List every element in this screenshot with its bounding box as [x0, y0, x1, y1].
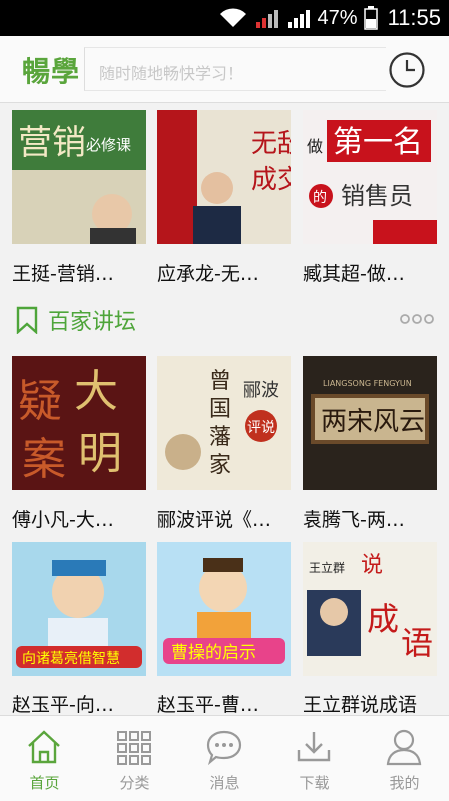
more-dots-icon[interactable] — [400, 312, 434, 326]
app-logo: 暢學 — [22, 55, 81, 88]
course-title[interactable]: 赵玉平-曹… — [157, 690, 297, 715]
svg-text:做: 做 — [307, 137, 323, 156]
user-icon — [386, 729, 422, 766]
course-cover[interactable]: 曾 国 藩 家 郦波 评说 — [157, 356, 291, 490]
history-clock-icon[interactable] — [388, 51, 426, 89]
section-header[interactable]: 百家讲坛 — [14, 300, 434, 340]
svg-text:销售员: 销售员 — [341, 182, 413, 210]
signal-icon — [255, 10, 278, 28]
svg-text:大: 大 — [74, 366, 118, 417]
course-title[interactable]: 傅小凡-大… — [12, 505, 152, 532]
course-title[interactable]: 袁腾飞-两… — [303, 505, 443, 532]
grid-icon — [117, 731, 151, 765]
app-header: 暢學 随时随地畅快学习！ — [0, 36, 449, 103]
course-cover[interactable]: 王立群 说 成 语 — [303, 542, 437, 676]
tab-label: 分类 — [119, 774, 150, 792]
tab-label: 我的 — [389, 774, 420, 792]
clock-time: 11:55 — [387, 5, 441, 30]
search-placeholder: 随时随地畅快学习！ — [99, 64, 244, 83]
wifi-icon — [219, 8, 246, 27]
course-title[interactable]: 王挺-营销… — [12, 259, 152, 286]
svg-text:成: 成 — [367, 600, 399, 638]
svg-text:必修课: 必修课 — [86, 136, 131, 154]
home-icon — [28, 730, 60, 764]
course-title[interactable]: 赵玉平-向… — [12, 690, 152, 715]
course-cover[interactable]: 疑 大 案 明 — [12, 356, 146, 490]
svg-text:向诸葛亮借智慧: 向诸葛亮借智慧 — [22, 650, 120, 667]
svg-text:曾: 曾 — [209, 369, 231, 394]
svg-text:国: 国 — [209, 397, 231, 422]
svg-text:语: 语 — [401, 624, 433, 662]
course-title[interactable]: 应承龙-无… — [157, 259, 297, 286]
course-cover[interactable]: 做 第一名 的 销售员 — [303, 110, 437, 244]
course-title[interactable]: 臧其超-做… — [303, 259, 443, 286]
status-bar: 47% 11:55 — [0, 0, 449, 36]
signal-2-icon — [287, 10, 310, 28]
tab-profile[interactable]: 我的 — [360, 716, 449, 801]
tab-home[interactable]: 首页 — [0, 716, 89, 801]
svg-text:曹操的启示: 曹操的启示 — [171, 643, 256, 663]
download-icon — [297, 732, 331, 762]
svg-text:两宋风云: 两宋风云 — [321, 407, 425, 437]
course-cover[interactable]: 向诸葛亮借智慧 — [12, 542, 146, 676]
course-cover[interactable]: 曹操的启示 — [157, 542, 291, 676]
svg-text:的: 的 — [313, 190, 327, 206]
svg-text:评说: 评说 — [247, 420, 275, 436]
svg-text:营销: 营销 — [18, 123, 86, 163]
tab-category[interactable]: 分类 — [90, 716, 179, 801]
tab-label: 下载 — [299, 774, 330, 792]
content-area[interactable]: 营销 必修课 王挺-营销… 无敌 成交 应承龙-无… 做 第一名 的 销售员 臧… — [0, 103, 449, 715]
svg-text:成交: 成交 — [251, 165, 291, 195]
svg-text:无敌: 无敌 — [251, 129, 291, 159]
course-title[interactable]: 郦波评说《… — [157, 505, 297, 532]
svg-text:明: 明 — [78, 428, 122, 479]
tab-label: 消息 — [209, 774, 240, 792]
svg-text:疑: 疑 — [18, 376, 62, 427]
course-cover[interactable]: 无敌 成交 — [157, 110, 291, 244]
tab-label: 首页 — [29, 774, 60, 792]
course-cover[interactable]: 营销 必修课 — [12, 110, 146, 244]
chat-bubble-icon — [206, 730, 242, 766]
battery-percent: 47% — [317, 6, 358, 29]
svg-text:藩: 藩 — [209, 425, 231, 450]
bookmark-icon — [16, 306, 38, 334]
svg-text:王立群: 王立群 — [309, 560, 345, 575]
bottom-tab-bar: 首页 分类 消息 下载 我的 — [0, 715, 449, 801]
svg-text:说: 说 — [361, 553, 383, 578]
course-cover[interactable]: 两宋风云 LIANGSONG FENGYUN — [303, 356, 437, 490]
svg-text:案: 案 — [22, 434, 66, 485]
tab-download[interactable]: 下载 — [270, 716, 359, 801]
svg-text:第一名: 第一名 — [333, 125, 423, 160]
svg-text:LIANGSONG FENGYUN: LIANGSONG FENGYUN — [323, 379, 412, 388]
status-indicators: 47% 11:55 — [218, 0, 441, 36]
search-box[interactable]: 随时随地畅快学习！ — [84, 47, 386, 91]
course-title[interactable]: 王立群说成语 — [303, 690, 443, 715]
tab-messages[interactable]: 消息 — [180, 716, 269, 801]
battery-icon — [363, 6, 378, 30]
svg-text:郦波: 郦波 — [243, 380, 279, 401]
section-title: 百家讲坛 — [48, 310, 137, 335]
svg-text:家: 家 — [209, 453, 231, 478]
